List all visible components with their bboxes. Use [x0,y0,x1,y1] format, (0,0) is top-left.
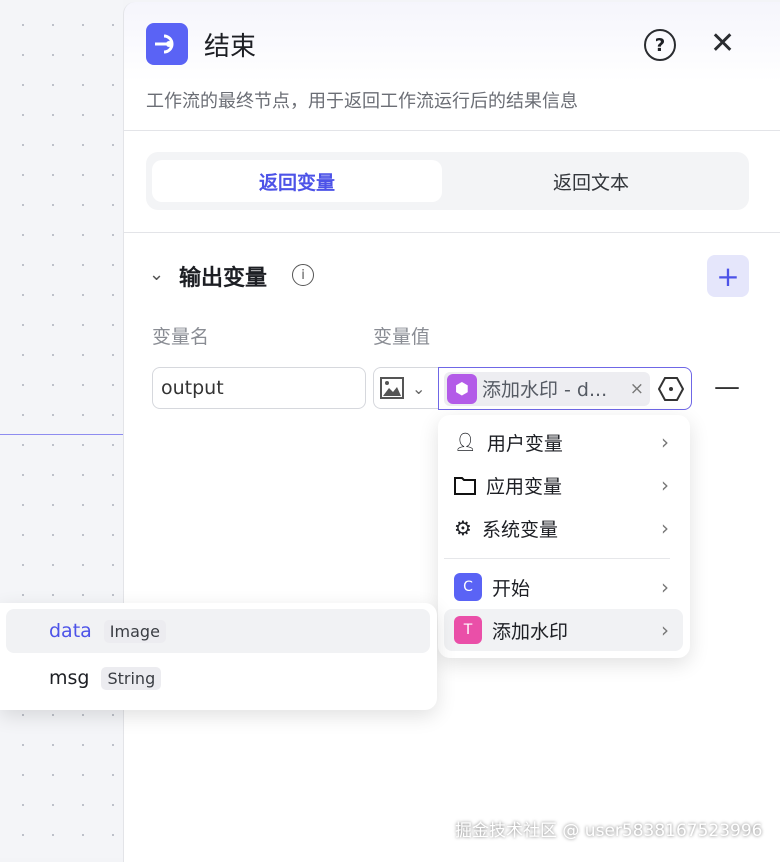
workflow-canvas[interactable] [0,0,123,858]
menu-item-app-variables[interactable]: 应用变量 › [444,464,683,506]
menu-item-label: 添加水印 [492,620,569,643]
chevron-down-icon: ⌄ [412,378,426,398]
return-mode-tabs: 返回变量 返回文本 [146,152,749,210]
menu-item-system-variables[interactable]: ⚙ 系统变量 › [444,507,683,549]
text-node-icon: T [454,616,482,644]
gear-icon: ⚙ [454,516,472,540]
panel-title: 结束 [204,32,257,62]
end-node-icon [146,23,188,65]
output-name: msg [49,667,90,689]
menu-item-user-variables[interactable]: 👤︎ 用户变量 › [444,421,683,463]
chevron-right-icon: › [661,618,669,642]
close-icon[interactable]: ✕ [710,26,735,61]
reference-chip: ⬢ 添加水印 - d... × [444,371,650,406]
remove-variable-button[interactable]: — [714,372,740,402]
output-name: data [49,620,92,642]
watermark-text: 掘金技术社区 @ user5838167523996 [455,821,763,841]
menu-item-label: 用户变量 [486,432,563,455]
cube-icon: ⬢ [447,373,477,404]
submenu-item-msg[interactable]: msg String [6,656,430,700]
help-icon[interactable]: ? [644,29,676,61]
variable-source-menu: 👤︎ 用户变量 › 应用变量 › ⚙ 系统变量 › C 开始 › T 添加水印 › [438,415,690,658]
menu-item-label: 应用变量 [486,475,563,498]
column-name-label: 变量名 [152,326,210,348]
add-variable-button[interactable]: + [707,255,749,297]
divider [124,130,780,131]
node-output-submenu: data Image msg String [0,603,437,710]
menu-item-start-node[interactable]: C 开始 › [444,566,683,608]
info-icon[interactable]: i [292,264,314,286]
section-title: 输出变量 [179,266,268,291]
type-select[interactable]: ⌄ [373,367,439,409]
menu-item-watermark-node[interactable]: T 添加水印 › [444,609,683,651]
menu-divider [444,558,670,559]
panel-description: 工作流的最终节点，用于返回工作流运行后的结果信息 [146,91,578,112]
type-badge: String [101,666,162,690]
chevron-right-icon: › [661,575,669,599]
menu-item-label: 开始 [492,577,531,600]
menu-item-label: 系统变量 [481,518,558,541]
variable-name-input[interactable]: output [152,367,366,409]
folder-icon [454,477,476,495]
variable-reference-field[interactable]: ⬢ 添加水印 - d... × [438,367,692,410]
connection-line [0,434,123,435]
chevron-right-icon: › [661,516,669,540]
user-icon: 👤︎ [454,431,477,453]
submenu-item-data[interactable]: data Image [6,609,430,653]
chevron-right-icon: › [661,473,669,497]
tab-return-text[interactable]: 返回文本 [446,160,736,202]
divider [124,232,780,233]
chevron-right-icon: › [661,430,669,454]
type-badge: Image [103,619,166,643]
start-node-icon: C [454,573,482,601]
column-value-label: 变量值 [373,326,431,348]
clear-icon[interactable]: × [630,379,644,399]
image-icon [380,377,404,399]
reference-label: 添加水印 - d... [482,379,608,401]
chevron-down-icon[interactable]: ⌄ [149,264,164,285]
variable-hexagon-icon[interactable] [658,376,684,402]
tab-return-variables[interactable]: 返回变量 [152,160,442,202]
